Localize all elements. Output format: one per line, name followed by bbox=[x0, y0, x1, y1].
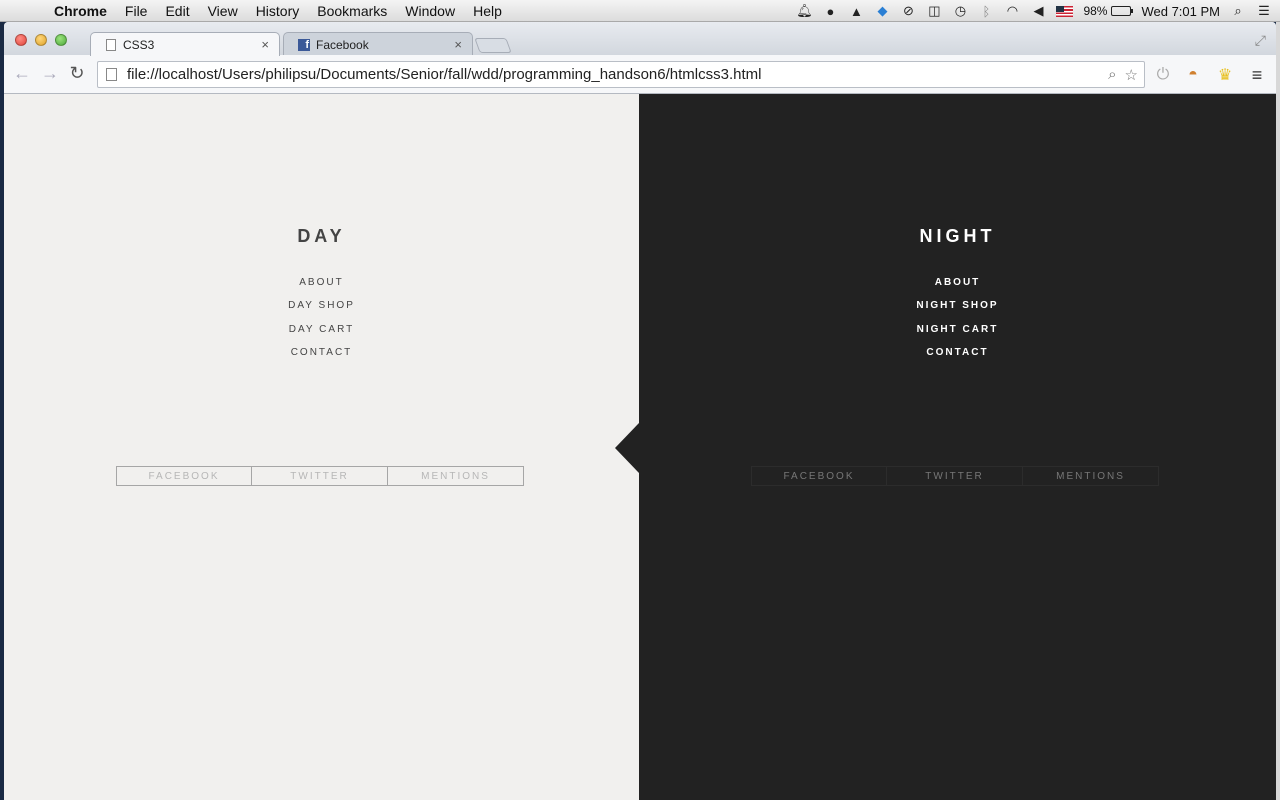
menu-help[interactable]: Help bbox=[473, 3, 502, 19]
chrome-menu-icon[interactable]: ≡ bbox=[1246, 64, 1268, 86]
extension-basket-icon[interactable]: ◓ bbox=[1182, 64, 1204, 86]
window-controls bbox=[15, 34, 67, 46]
tab-css3[interactable]: CSS3 × bbox=[90, 32, 280, 56]
menu-window[interactable]: Window bbox=[405, 3, 455, 19]
reload-icon[interactable]: ↻ bbox=[67, 63, 87, 84]
screen-capture-icon[interactable]: ◫ bbox=[926, 3, 942, 19]
night-title: NIGHT bbox=[919, 226, 996, 246]
tab-title: CSS3 bbox=[123, 37, 155, 52]
day-mentions-button[interactable]: MENTIONS bbox=[388, 466, 524, 486]
menu-bookmarks[interactable]: Bookmarks bbox=[317, 3, 387, 19]
input-source-flag-icon[interactable] bbox=[1056, 5, 1074, 17]
wifi-icon[interactable]: ◠ bbox=[1004, 3, 1020, 19]
bluetooth-icon[interactable]: ᛒ bbox=[978, 3, 994, 19]
day-facebook-button[interactable]: FACEBOOK bbox=[116, 466, 252, 486]
menu-view[interactable]: View bbox=[208, 3, 238, 19]
night-nav-cart[interactable]: NIGHT CART bbox=[639, 324, 1276, 347]
panel-divider-arrow bbox=[615, 423, 639, 473]
night-nav-about[interactable]: ABOUT bbox=[639, 277, 1276, 300]
forward-arrow-icon[interactable]: → bbox=[40, 63, 60, 84]
night-twitter-button[interactable]: TWITTER bbox=[887, 466, 1023, 486]
day-nav-shop[interactable]: DAY SHOP bbox=[4, 300, 639, 323]
bookmark-star-icon[interactable]: ☆ bbox=[1125, 66, 1138, 84]
background-window-edge bbox=[1276, 22, 1280, 800]
tab-facebook[interactable]: f Facebook × bbox=[283, 32, 473, 56]
extension-power-icon[interactable]: ⏻ bbox=[1152, 64, 1174, 86]
bowler-hat-icon[interactable]: ● bbox=[822, 3, 838, 19]
browser-window: CSS3 × f Facebook × ⤢ ← → ↻ file://local… bbox=[4, 22, 1276, 800]
page-viewport: DAY ABOUT DAY SHOP DAY CART CONTACT FACE… bbox=[4, 94, 1276, 800]
address-bar[interactable]: file://localhost/Users/philipsu/Document… bbox=[97, 61, 1145, 88]
menu-file[interactable]: File bbox=[125, 3, 148, 19]
page-icon bbox=[106, 68, 117, 81]
night-facebook-button[interactable]: FACEBOOK bbox=[751, 466, 887, 486]
volume-icon[interactable]: ◀ bbox=[1030, 3, 1046, 19]
back-arrow-icon[interactable]: ← bbox=[12, 63, 32, 84]
day-social-buttons: FACEBOOK TWITTER MENTIONS bbox=[116, 466, 524, 486]
battery-icon bbox=[1111, 6, 1134, 16]
day-nav: ABOUT DAY SHOP DAY CART CONTACT bbox=[4, 277, 639, 370]
close-icon[interactable]: × bbox=[261, 37, 269, 52]
menu-history[interactable]: History bbox=[256, 3, 300, 19]
page-icon bbox=[105, 38, 117, 52]
new-tab-button[interactable] bbox=[474, 38, 512, 53]
battery-status[interactable]: 98% bbox=[1083, 4, 1134, 18]
dropbox-sync-icon[interactable]: ◆ bbox=[874, 3, 890, 19]
url-text[interactable]: file://localhost/Users/philipsu/Document… bbox=[127, 66, 1108, 83]
night-mentions-button[interactable]: MENTIONS bbox=[1023, 466, 1159, 486]
day-nav-about[interactable]: ABOUT bbox=[4, 277, 639, 300]
notification-bell-icon[interactable]: 🔔︎ bbox=[796, 3, 813, 19]
menu-app-name[interactable]: Chrome bbox=[54, 3, 107, 19]
menu-clock[interactable]: Wed 7:01 PM bbox=[1141, 4, 1220, 19]
night-nav: ABOUT NIGHT SHOP NIGHT CART CONTACT bbox=[639, 277, 1276, 370]
battery-percent: 98% bbox=[1083, 4, 1108, 18]
day-twitter-button[interactable]: TWITTER bbox=[252, 466, 388, 486]
close-icon[interactable]: × bbox=[454, 37, 462, 52]
tab-title: Facebook bbox=[316, 37, 369, 52]
menu-edit[interactable]: Edit bbox=[165, 3, 189, 19]
spotlight-search-icon[interactable]: ⌕ bbox=[1230, 3, 1246, 19]
notification-center-icon[interactable]: ☰ bbox=[1256, 3, 1272, 19]
night-nav-shop[interactable]: NIGHT SHOP bbox=[639, 300, 1276, 323]
night-social-buttons: FACEBOOK TWITTER MENTIONS bbox=[751, 466, 1159, 486]
search-icon[interactable]: ⌕ bbox=[1108, 66, 1116, 84]
night-panel: NIGHT ABOUT NIGHT SHOP NIGHT CART CONTAC… bbox=[615, 94, 1276, 800]
browser-toolbar: ← → ↻ file://localhost/Users/philipsu/Do… bbox=[4, 55, 1276, 94]
facebook-icon: f bbox=[298, 38, 310, 52]
day-nav-cart[interactable]: DAY CART bbox=[4, 324, 639, 347]
fullscreen-icon[interactable]: ⤢ bbox=[1255, 32, 1266, 49]
drive-icon[interactable]: ▲ bbox=[848, 3, 864, 19]
zoom-window-button[interactable] bbox=[55, 34, 67, 46]
tab-strip: CSS3 × f Facebook × ⤢ bbox=[4, 22, 1276, 56]
close-window-button[interactable] bbox=[15, 34, 27, 46]
night-nav-contact[interactable]: CONTACT bbox=[639, 347, 1276, 370]
minimize-window-button[interactable] bbox=[35, 34, 47, 46]
extension-crown-icon[interactable]: ♛ bbox=[1214, 64, 1236, 86]
day-nav-contact[interactable]: CONTACT bbox=[4, 347, 639, 370]
day-title: DAY bbox=[297, 226, 346, 246]
menu-bar: Chrome File Edit View History Bookmarks … bbox=[0, 0, 1280, 22]
day-panel: DAY ABOUT DAY SHOP DAY CART CONTACT FACE… bbox=[4, 94, 639, 800]
blocked-icon[interactable]: ⊘ bbox=[900, 3, 916, 19]
time-machine-icon[interactable]: ◷ bbox=[952, 3, 968, 19]
